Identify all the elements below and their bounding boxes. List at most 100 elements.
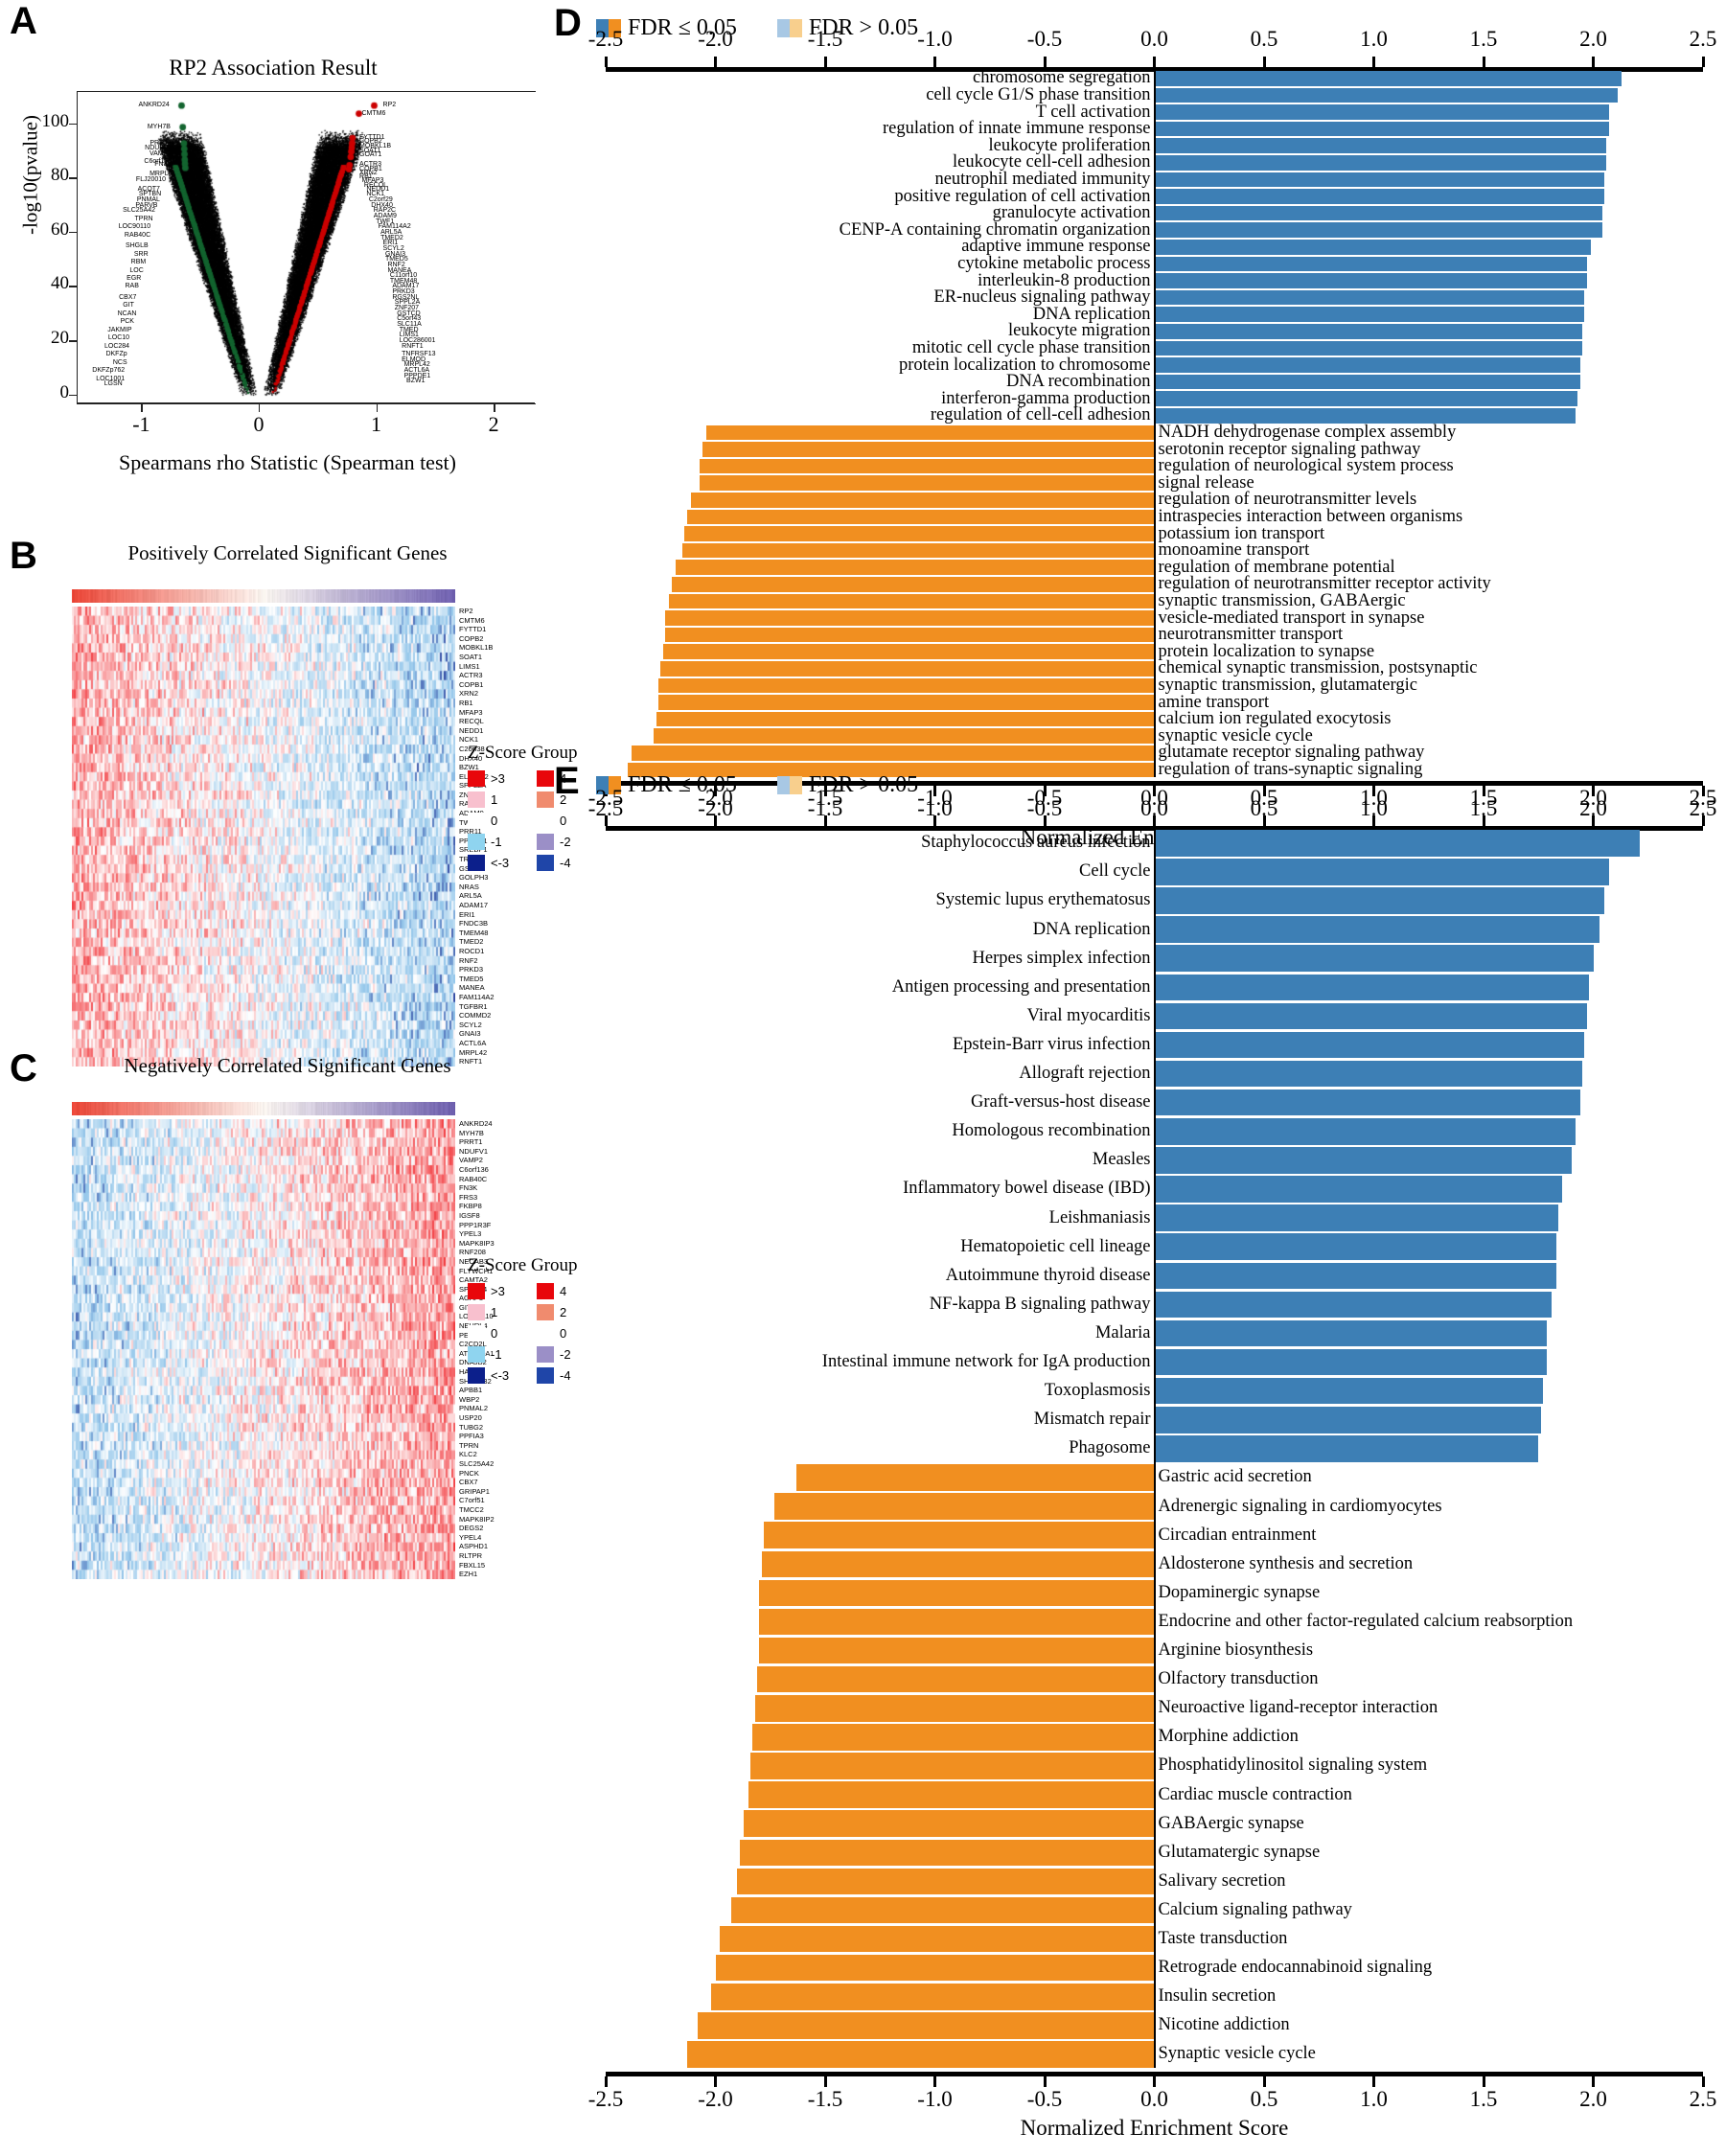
heatmap-gene-label: MANEA: [459, 983, 485, 993]
heatmap-gene-label: FAM114A2: [459, 992, 495, 1001]
gsea-bar-label: Morphine addiction: [1158, 1727, 1299, 1747]
heatmap-gene-label: PNCK: [459, 1468, 479, 1478]
gsea-bar-label: Mismatch repair: [1033, 1410, 1151, 1430]
heatmap-b-matrix: [72, 607, 455, 1067]
gsea-bar-label: Glutamatergic synapse: [1158, 1842, 1321, 1862]
gsea-bar: [763, 1522, 1155, 1548]
gsea-bar-label: NF-kappa B signaling pathway: [929, 1294, 1151, 1314]
gsea-bar-row: positive regulation of cell activation: [594, 187, 1703, 205]
gsea-bar-label: Leishmaniasis: [1048, 1207, 1151, 1227]
gsea-bar: [759, 1608, 1155, 1636]
zscore-swatch-label: -4: [560, 855, 571, 870]
gsea-bar-label: Herpes simplex infection: [972, 948, 1151, 968]
gsea-bar-row: glutamate receptor signaling pathway: [594, 744, 1703, 761]
zscore-swatch: [537, 833, 554, 850]
axis-tick-mark: [1262, 815, 1266, 826]
gsea-bar-row: Inflammatory bowel disease (IBD): [594, 1176, 1703, 1203]
gsea-bar: [1154, 859, 1609, 885]
gsea-bar-label: Taste transduction: [1158, 1929, 1288, 1949]
gsea-bar: [1154, 1319, 1548, 1347]
volcano-gene-label: JAKMIP: [107, 326, 132, 333]
zscore-swatch-label: -4: [560, 1367, 571, 1383]
gsea-bar-row: Taste transduction: [594, 1925, 1703, 1953]
heatmap-gene-label: MOBKL1B: [459, 643, 494, 653]
volcano-y-tick: 60: [51, 218, 69, 240]
axis-tick-mark: [1372, 57, 1375, 67]
volcano-gene-label: SHGLB: [125, 242, 149, 250]
volcano-title: RP2 Association Result: [169, 56, 378, 80]
axis-tick-label: -2.5: [587, 27, 624, 51]
zscore-swatch: [468, 1345, 485, 1363]
gsea-bar: [757, 1665, 1155, 1693]
zscore-swatch: [537, 1282, 554, 1299]
gsea-bar-row: Cardiac muscle contraction: [594, 1781, 1703, 1808]
heatmap-gene-label: MAPK8IP3: [459, 1238, 495, 1248]
gsea-bar-label: Cardiac muscle contraction: [1158, 1784, 1352, 1804]
gsea-bar-label: Arginine biosynthesis: [1158, 1640, 1314, 1661]
gsea-bar-row: Mismatch repair: [594, 1407, 1703, 1434]
volcano-gene-label: CMTM6: [361, 109, 386, 117]
gsea-bar: [1154, 222, 1602, 238]
gsea-bar-label: regulation of cell-cell adhesion: [930, 405, 1151, 425]
zscore-swatch: [537, 769, 554, 787]
axis-tick-label: -1.0: [917, 27, 953, 51]
axis-tick-label: -1.5: [807, 27, 843, 51]
heatmap-gene-label: SLC25A42: [459, 1458, 495, 1468]
gsea-bar-row: regulation of cell-cell adhesion: [594, 405, 1703, 425]
gsea-bar-label: Intestinal immune network for IgA produc…: [821, 1352, 1151, 1372]
gsea-bar: [632, 745, 1155, 761]
heatmap-gene-label: ERI1: [459, 909, 475, 919]
gsea-bar: [698, 2012, 1155, 2039]
gsea-bar-label: granulocyte activation: [992, 203, 1151, 223]
gsea-bar-label: Measles: [1092, 1150, 1151, 1170]
gsea-bar-row: Salivary secretion: [594, 1868, 1703, 1895]
gsea-bar-row: interleukin-8 production: [594, 271, 1703, 289]
zscore-legend-row: >3: [468, 1280, 518, 1301]
zscore-swatch: [468, 854, 485, 871]
gsea-bar: [715, 1954, 1155, 1982]
heatmap-gene-label: PNMAL2: [459, 1404, 489, 1413]
gsea-bar: [1154, 1291, 1552, 1319]
heatmap-gene-label: FBXL15: [459, 1560, 486, 1570]
axis-tick-mark: [1482, 2076, 1485, 2088]
gsea-bar: [1154, 1002, 1587, 1030]
gsea-bar: [1154, 1089, 1580, 1116]
volcano-gene-label: SRR: [133, 250, 149, 258]
gsea-bar: [1154, 172, 1604, 188]
gsea-bar-label: GABAergic synapse: [1158, 1813, 1304, 1833]
gsea-bar-row: Autoimmune thyroid disease: [594, 1262, 1703, 1289]
gsea-bar-label: Calcium signaling pathway: [1158, 1899, 1352, 1919]
zscore-swatch: [468, 812, 485, 829]
gsea-bar: [1154, 1435, 1539, 1462]
gsea-bar-row: Arginine biosynthesis: [594, 1637, 1703, 1664]
volcano-y-tick: 0: [59, 381, 70, 402]
gsea-bar: [656, 711, 1155, 727]
axis-tick-mark: [933, 2076, 936, 2088]
gsea-bar-row: granulocyte activation: [594, 203, 1703, 223]
gsea-bar-label: neutrophil mediated immunity: [934, 169, 1151, 189]
gsea-bar-row: Glutamatergic synapse: [594, 1839, 1703, 1866]
gsea-bar: [720, 1925, 1155, 1953]
gsea-bar: [710, 1984, 1155, 2010]
heatmap-gene-label: NDUFV1: [459, 1146, 489, 1156]
gsea-bar-label: DNA replication: [1032, 919, 1151, 939]
gsea-bar-row: DNA recombination: [594, 373, 1703, 390]
panel-e-gsea-chart: FDR ≤ 0.05 FDR > 0.05 -2.5 -2.0 -1.5 -1.0 -0.5…: [588, 767, 1726, 2146]
axis-tick-label: 2.5: [1689, 786, 1717, 810]
gsea-bar: [1154, 121, 1609, 137]
axis-tick-mark: [1701, 2076, 1705, 2088]
axis-tick-mark: [1482, 57, 1485, 67]
axis-tick-mark: [1153, 815, 1156, 826]
axis-tick-mark: [714, 815, 717, 826]
gsea-bar: [664, 610, 1155, 626]
gsea-bar-row: vesicle-mediated transport in synapse: [594, 608, 1703, 627]
axis-tick-label: 2.5: [1689, 2087, 1717, 2112]
volcano-gene-label: NCAN: [117, 310, 137, 317]
gsea-bar: [744, 1810, 1155, 1837]
gsea-bar-label: Insulin secretion: [1158, 1986, 1277, 2007]
zscore-legend-c: Z-Score Group >3 1 0 -1 <-3 4 2 0 -2 -4: [468, 1255, 587, 1386]
gsea-bar-row: regulation of membrane potential: [594, 559, 1703, 576]
gsea-bar-row: Staphylococcus aureus infection: [594, 830, 1703, 857]
gsea-bar-row: Morphine addiction: [594, 1724, 1703, 1751]
volcano-gene-label: VAMP2: [149, 150, 173, 157]
